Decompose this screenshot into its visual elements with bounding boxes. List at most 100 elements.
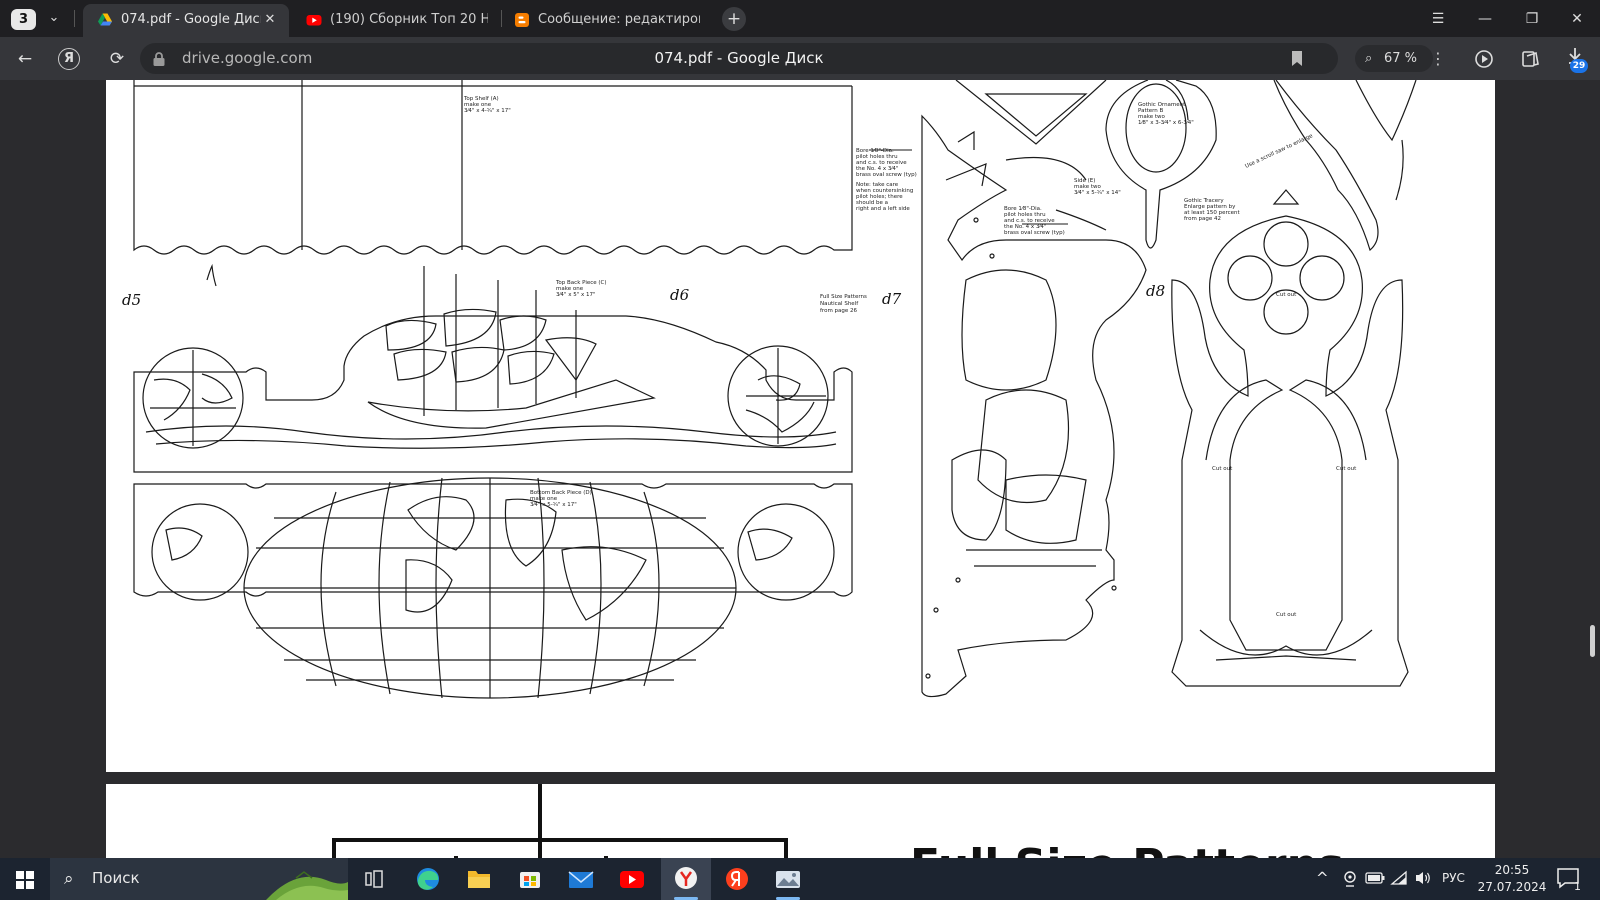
- webcam-icon[interactable]: [1342, 870, 1358, 888]
- callout-nautical-0: Full Size Patterns: [820, 294, 867, 300]
- yandex-browser-icon: [675, 867, 697, 889]
- taskbar-yandex-browser[interactable]: [661, 858, 711, 900]
- callout-nautical-1: Nautical Shelf: [820, 301, 859, 307]
- mail-icon: [568, 871, 594, 888]
- close-icon[interactable]: ✕: [261, 11, 279, 29]
- pattern-drawing: d5 d6 d7 d8 Top Shelf (A) make one 3⁄4" …: [122, 80, 1417, 699]
- magnifier-icon: ⌕: [1365, 51, 1373, 66]
- minimize-icon[interactable]: —: [1465, 5, 1505, 33]
- pdf-viewer[interactable]: d5 d6 d7 d8 Top Shelf (A) make one 3⁄4" …: [0, 80, 1600, 858]
- clock-time: 20:55: [1494, 863, 1530, 877]
- new-tab-button[interactable]: +: [722, 7, 746, 31]
- landscape-illustration-icon: [266, 871, 348, 900]
- callout-note-4: right and a left side: [856, 206, 910, 212]
- callout-rotated-note: Use a scroll saw to enlarge: [1244, 133, 1314, 170]
- blogger-icon: [515, 13, 529, 27]
- callout-side-2: 3⁄4" x 5-¾" x 14": [1074, 190, 1121, 196]
- taskbar-edge[interactable]: [403, 858, 453, 900]
- taskbar-task-view[interactable]: [349, 858, 399, 900]
- clock[interactable]: 20:55 27.07.2024: [1476, 862, 1548, 896]
- download-count-badge: 29: [1570, 59, 1588, 73]
- top-back-piece-outline: [133, 315, 853, 473]
- side-piece-outline: [921, 114, 1147, 698]
- notification-count: 1: [1574, 880, 1581, 893]
- reload-icon[interactable]: ⟳: [104, 46, 130, 72]
- lock-icon: [153, 52, 165, 66]
- yandex-icon: [726, 868, 748, 890]
- screen: 3 ⌄ 074.pdf - Google Диск ✕ (190) Сборни…: [0, 0, 1600, 900]
- zoom-button[interactable]: ⌕ 67 %: [1355, 45, 1433, 72]
- taskbar-file-explorer[interactable]: [454, 858, 504, 900]
- address-domain: drive.google.com: [182, 49, 313, 67]
- callout-gothic-tracery-3: from page 42: [1184, 216, 1221, 222]
- scrollbar-thumb[interactable]: [1590, 625, 1595, 657]
- search-icon: ⌕: [64, 869, 74, 889]
- file-explorer-icon: [468, 871, 490, 888]
- taskbar-store[interactable]: [505, 858, 555, 900]
- windows-taskbar: ⌕ Поиск ^ РУС 20:55 27.07.2024 1: [0, 858, 1600, 900]
- store-icon: [520, 872, 540, 888]
- youtube-icon: [306, 15, 322, 26]
- callout-top-shelf-2: 3⁄4" x 4-¾" x 17": [464, 108, 511, 114]
- edge-icon: [417, 868, 439, 890]
- browser-tab-strip: 3 ⌄ 074.pdf - Google Диск ✕ (190) Сборни…: [0, 0, 1600, 37]
- callout-top-back-2: 3⁄4" x 5" x 17": [556, 292, 596, 298]
- back-arrow-icon[interactable]: ←: [12, 46, 38, 72]
- chevron-down-icon[interactable]: ⌄: [44, 8, 64, 28]
- volume-icon[interactable]: [1414, 870, 1432, 886]
- label-d8: d8: [1146, 282, 1165, 300]
- address-bar[interactable]: drive.google.com 074.pdf - Google Диск: [140, 43, 1338, 74]
- callout-bore-left-4: brass oval screw (typ): [856, 172, 917, 178]
- restore-icon[interactable]: ❐: [1512, 5, 1552, 33]
- tab-separator: [74, 10, 75, 27]
- page2-heading: Full Size Patterns: [910, 840, 1344, 858]
- task-view-icon: [365, 870, 383, 888]
- label-d6: d6: [670, 286, 690, 304]
- yandex-logo-icon[interactable]: Я: [58, 48, 80, 70]
- callout-gothic-mirror-3: 1⁄8" x 3-3⁄4" x 6-3⁄4": [1138, 120, 1194, 126]
- chevron-up-icon[interactable]: ^: [1316, 869, 1329, 887]
- callout-cut-out-right: Cut out: [1336, 466, 1357, 472]
- bottom-back-piece-outline: [133, 483, 853, 597]
- google-drive-icon: [98, 13, 112, 26]
- battery-icon[interactable]: [1365, 872, 1385, 884]
- pdf-page-1: d5 d6 d7 d8 Top Shelf (A) make one 3⁄4" …: [106, 80, 1495, 772]
- window-close-icon[interactable]: ✕: [1557, 5, 1597, 33]
- top-shelf-outline: [133, 80, 853, 255]
- callout-nautical-2: from page 26: [820, 308, 858, 314]
- youtube-icon: [620, 871, 644, 888]
- tab-title: (190) Сборник Топ 20 Ном: [330, 12, 488, 27]
- callout-cut-out-bottom: Cut out: [1276, 612, 1297, 618]
- ship-hull: [367, 379, 656, 429]
- label-d5: d5: [122, 291, 141, 309]
- tab-blogger[interactable]: Сообщение: редактиров: [500, 4, 710, 37]
- taskbar-photos[interactable]: [763, 858, 813, 900]
- clock-date: 27.07.2024: [1477, 880, 1547, 894]
- callout-bore-mid-4: brass oval screw (typ): [1004, 230, 1065, 236]
- browser-toolbar: ← Я ⟳ drive.google.com 074.pdf - Google …: [0, 37, 1600, 80]
- menu-icon[interactable]: ☰: [1418, 5, 1458, 33]
- tab-google-drive[interactable]: 074.pdf - Google Диск ✕: [83, 4, 289, 37]
- taskbar-yandex[interactable]: [712, 858, 762, 900]
- taskbar-search[interactable]: ⌕ Поиск: [50, 858, 348, 900]
- address-page-title: 074.pdf - Google Диск: [654, 49, 824, 67]
- tab-counter-button[interactable]: 3: [11, 9, 36, 30]
- callout-cut-out-top: Cut out: [1276, 292, 1297, 298]
- callout-bottom-back-2: 3⁄4" x 5-¾" x 17": [530, 502, 577, 508]
- label-d7: d7: [882, 290, 902, 308]
- taskbar-search-label: Поиск: [92, 869, 140, 887]
- bookmark-icon[interactable]: [1290, 50, 1304, 67]
- photos-icon: [776, 871, 800, 888]
- page2-drawing: Full Size Patterns: [332, 784, 1344, 858]
- taskbar-youtube[interactable]: [607, 858, 657, 900]
- tab-youtube[interactable]: (190) Сборник Топ 20 Ном: [292, 4, 496, 37]
- callout-cut-out-left: Cut out: [1212, 466, 1233, 472]
- more-options-icon[interactable]: ⋮: [1428, 46, 1448, 72]
- media-player-icon[interactable]: [1474, 49, 1494, 69]
- wifi-icon[interactable]: [1390, 870, 1408, 886]
- zoom-level: 67 %: [1384, 51, 1418, 66]
- windows-start-icon[interactable]: [0, 858, 50, 900]
- language-indicator[interactable]: РУС: [1442, 871, 1465, 885]
- collections-icon[interactable]: [1520, 49, 1540, 69]
- taskbar-mail[interactable]: [556, 858, 606, 900]
